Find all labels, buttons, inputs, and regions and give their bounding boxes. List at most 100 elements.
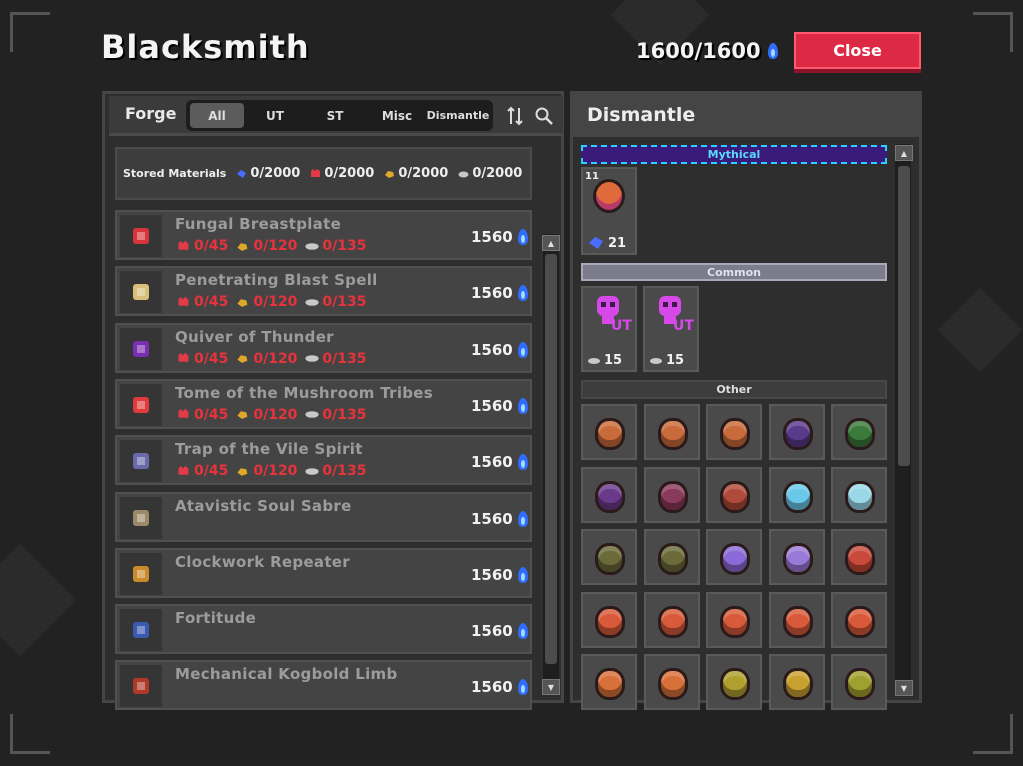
other-item-slot[interactable] [831, 404, 887, 460]
tab-st[interactable]: ST [308, 103, 362, 128]
material-value: 0/2000 [324, 166, 375, 181]
fame-flame-icon [517, 565, 529, 585]
other-item-slot[interactable] [581, 404, 637, 460]
other-item-slot[interactable] [643, 404, 700, 460]
item-orb-icon [595, 418, 625, 450]
red-skull-icon [178, 465, 189, 475]
forge-item-row[interactable]: Quiver of Thunder 0/45 0/120 0/135 1560 [115, 322, 532, 373]
requirement-value: 0/45 [194, 463, 229, 480]
tab-dismantle[interactable]: Dismantle [426, 103, 490, 128]
item-name: Fortitude [175, 609, 257, 628]
other-item-slot[interactable] [768, 404, 825, 460]
forge-scroll-up-button[interactable]: ▲ [542, 235, 560, 251]
material-silver-nugget: 0/2000 [458, 166, 522, 181]
item-icon [133, 622, 149, 639]
requirement-value: 0/120 [253, 238, 298, 254]
svg-text:UT: UT [673, 318, 694, 334]
requirement: 0/135 [305, 407, 367, 423]
red-skull-icon [178, 409, 189, 419]
other-item-slot[interactable] [831, 654, 887, 710]
mythical-slot[interactable]: 11 21 [581, 167, 637, 255]
material-value: 0/2000 [472, 166, 523, 181]
other-item-slot[interactable] [706, 529, 762, 585]
fame-flame-icon [517, 283, 529, 303]
requirement-value: 0/120 [253, 463, 298, 480]
requirement: 0/120 [236, 407, 297, 423]
dismantle-header: Dismantle [573, 94, 919, 137]
item-orb-icon [782, 418, 813, 450]
silver-nugget-icon [305, 298, 320, 306]
close-button[interactable]: Close [794, 32, 921, 69]
search-icon[interactable] [535, 107, 553, 125]
other-item-slot[interactable] [706, 404, 762, 460]
dismantle-scroll-up-button[interactable]: ▲ [895, 145, 913, 161]
item-orb-icon [657, 543, 688, 575]
item-name: Quiver of Thunder [175, 327, 334, 346]
other-item-slot[interactable] [831, 591, 887, 648]
item-orb-icon [845, 668, 875, 700]
forge-item-row[interactable]: Trap of the Vile Spirit 0/45 0/120 0/135 156… [115, 435, 532, 486]
fame-flame-icon [517, 677, 529, 697]
requirement-value: 0/120 [253, 406, 298, 423]
fame-flame-icon [517, 621, 529, 641]
cost-value: 1560 [471, 678, 513, 697]
silver-nugget-icon [305, 242, 320, 250]
tab-misc[interactable]: Misc [370, 103, 424, 128]
background-diamond [0, 543, 77, 657]
forge-item-row[interactable]: Tome of the Mushroom Tribes 0/45 0/120 0/13… [115, 378, 532, 429]
dismantle-scroll-thumb[interactable] [898, 166, 910, 466]
item-cost: 1560 [471, 283, 529, 303]
dismantle-panel: Dismantle Mythical 11 21 Common UT 15 UT [570, 91, 922, 710]
other-item-slot[interactable] [643, 529, 700, 585]
other-item-slot[interactable] [643, 591, 700, 648]
frame-corner-ornament [10, 12, 50, 52]
frame-corner-ornament [973, 714, 1013, 754]
forge-item-row[interactable]: Fungal Breastplate 0/45 0/120 0/135 1560 [115, 210, 532, 260]
forge-item-row[interactable]: Fortitude 1560 [115, 604, 532, 655]
category-mythical: Mythical [581, 145, 887, 164]
other-item-slot[interactable] [831, 466, 887, 523]
forge-item-row[interactable]: Atavistic Soul Sabre 1560 [115, 491, 532, 542]
other-item-slot[interactable] [768, 529, 825, 585]
other-item-slot[interactable] [768, 466, 825, 523]
item-cost: 1560 [471, 621, 529, 641]
other-item-slot[interactable] [768, 591, 825, 648]
forge-scroll-down-button[interactable]: ▼ [542, 679, 560, 695]
fame-flame-icon [517, 509, 529, 529]
tab-all[interactable]: All [190, 103, 244, 128]
forge-scroll-thumb[interactable] [545, 254, 557, 664]
requirement: 0/135 [305, 294, 367, 310]
silver-nugget-icon [650, 357, 662, 364]
other-item-slot[interactable] [581, 654, 637, 710]
item-name: Atavistic Soul Sabre [175, 496, 352, 515]
common-slot[interactable]: UT 15 [581, 286, 637, 372]
other-item-slot[interactable] [706, 654, 762, 710]
other-item-slot[interactable] [768, 654, 825, 710]
common-slot[interactable]: UT 15 [643, 286, 699, 372]
requirement: 0/45 [177, 238, 228, 254]
sort-arrows-icon[interactable] [507, 106, 523, 126]
other-item-slot[interactable] [581, 529, 637, 585]
other-item-slot[interactable] [581, 466, 637, 523]
other-item-slot[interactable] [643, 466, 700, 523]
other-item-slot[interactable] [706, 591, 762, 648]
red-skull-icon [178, 296, 189, 306]
forge-item-row[interactable]: Mechanical Kogbold Limb 1560 [115, 660, 532, 711]
item-orb-icon [720, 480, 750, 513]
dismantle-scroll-down-button[interactable]: ▼ [895, 680, 913, 696]
material-gold-nugget: 0/2000 [384, 166, 448, 181]
red-skull-icon [178, 240, 189, 250]
silver-nugget-icon [305, 355, 320, 362]
stored-materials: Stored Materials 0/2000 0/2000 0/2000 0/… [115, 147, 532, 200]
cost-value: 1560 [471, 228, 513, 246]
forge-item-row[interactable]: Penetrating Blast Spell 0/45 0/120 0/135 156… [115, 266, 532, 317]
forge-label: Forge [125, 104, 177, 123]
other-item-slot[interactable] [831, 529, 887, 585]
forge-item-row[interactable]: Clockwork Repeater 1560 [115, 547, 532, 598]
other-item-slot[interactable] [581, 591, 637, 648]
item-thumbnail [120, 383, 162, 426]
silver-nugget-icon [305, 467, 320, 475]
other-item-slot[interactable] [643, 654, 700, 710]
other-item-slot[interactable] [706, 466, 762, 523]
tab-ut[interactable]: UT [248, 103, 302, 128]
